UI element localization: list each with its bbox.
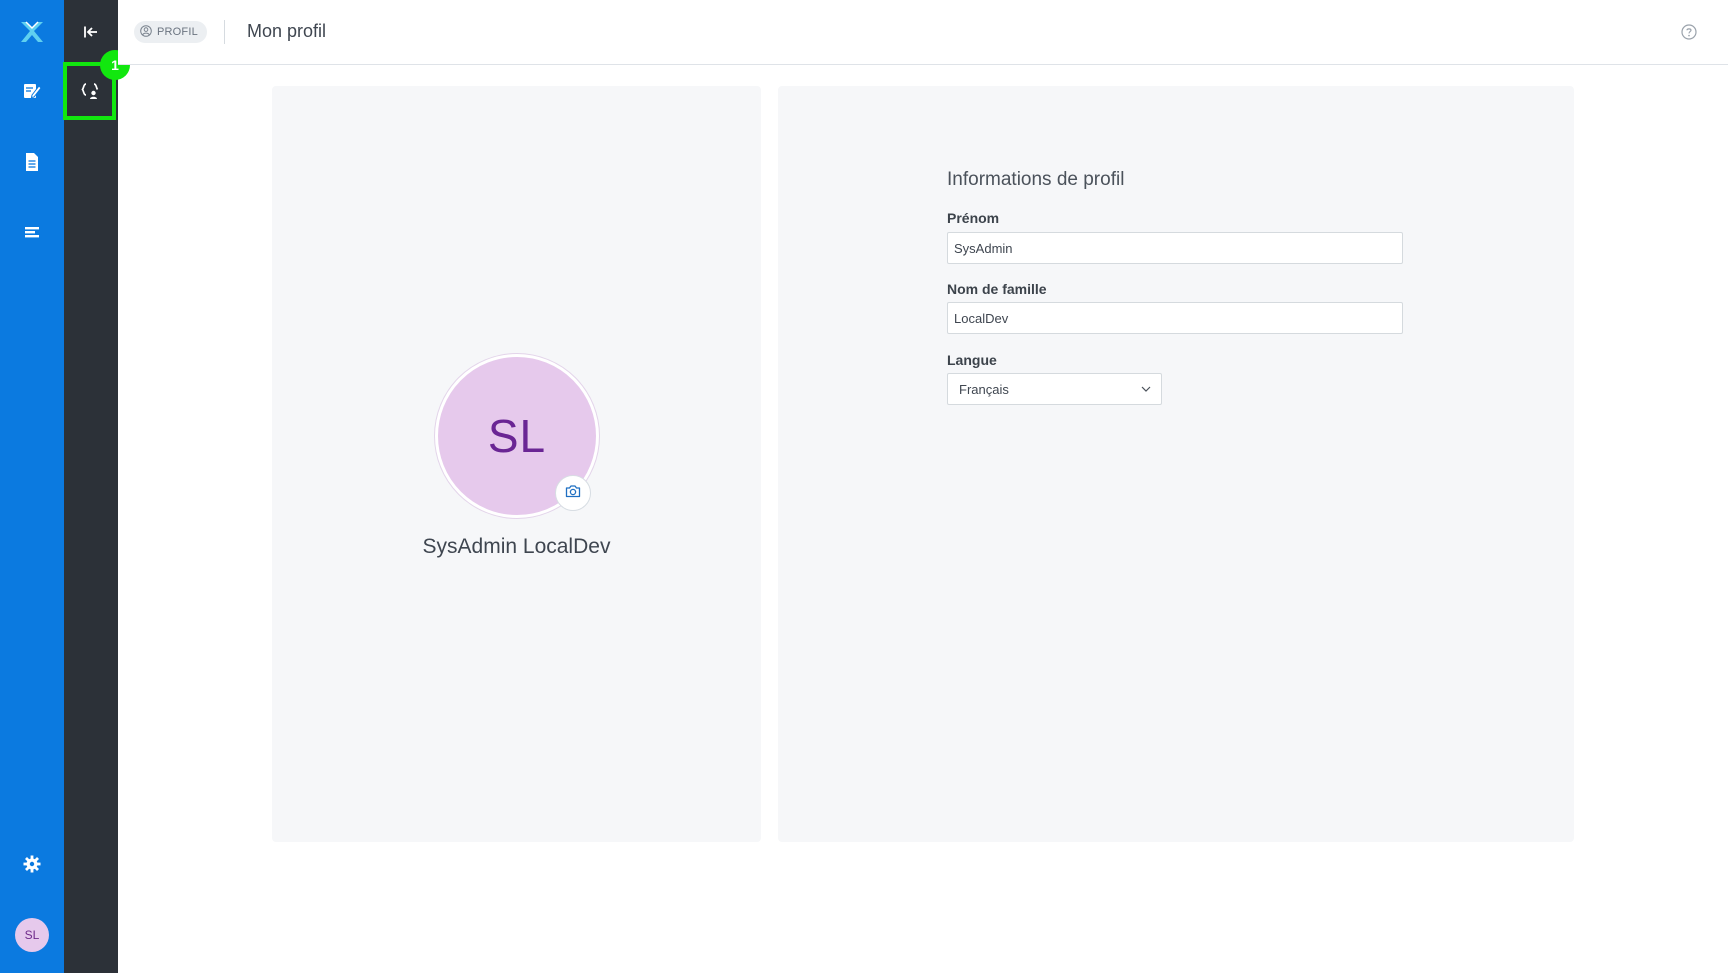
profile-avatar-card: SL SysAdmin LocalDev [272, 86, 761, 842]
page-header: PROFIL Mon profil [118, 0, 1728, 65]
breadcrumb-chip[interactable]: PROFIL [134, 21, 207, 43]
user-avatar-initials: SL [24, 928, 40, 942]
header-divider [224, 20, 225, 44]
document-icon[interactable] [12, 142, 52, 182]
last-name-field[interactable] [947, 302, 1403, 334]
help-circle-icon[interactable] [1680, 23, 1698, 41]
page-title: Mon profil [247, 21, 327, 41]
edit-document-icon[interactable] [12, 71, 52, 111]
chevron-down-icon [1131, 374, 1161, 404]
camera-icon [565, 484, 581, 503]
secondary-sidebar [64, 0, 118, 973]
profile-info-card: Informations de profil Prénom Nom de fam… [778, 86, 1574, 842]
gear-icon[interactable] [12, 844, 52, 884]
section-title: Informations de profil [947, 169, 1125, 190]
profile-full-name: SysAdmin LocalDev [422, 535, 611, 558]
language-select[interactable]: Français [947, 373, 1162, 405]
user-icon [140, 24, 152, 40]
language-label: Langue [947, 352, 997, 368]
first-name-field[interactable] [947, 232, 1403, 264]
change-photo-button[interactable] [555, 475, 591, 511]
collapse-left-icon[interactable] [77, 17, 105, 47]
list-icon[interactable] [12, 212, 52, 252]
last-name-label: Nom de famille [947, 281, 1047, 297]
user-avatar[interactable]: SL [15, 918, 49, 952]
app-logo-icon[interactable] [12, 12, 52, 52]
language-select-value: Français [959, 381, 1009, 397]
primary-sidebar: SL [0, 0, 64, 973]
first-name-label: Prénom [947, 210, 1000, 226]
profile-avatar-initials: SL [487, 410, 547, 462]
breadcrumb-chip-label: PROFIL [157, 26, 198, 38]
